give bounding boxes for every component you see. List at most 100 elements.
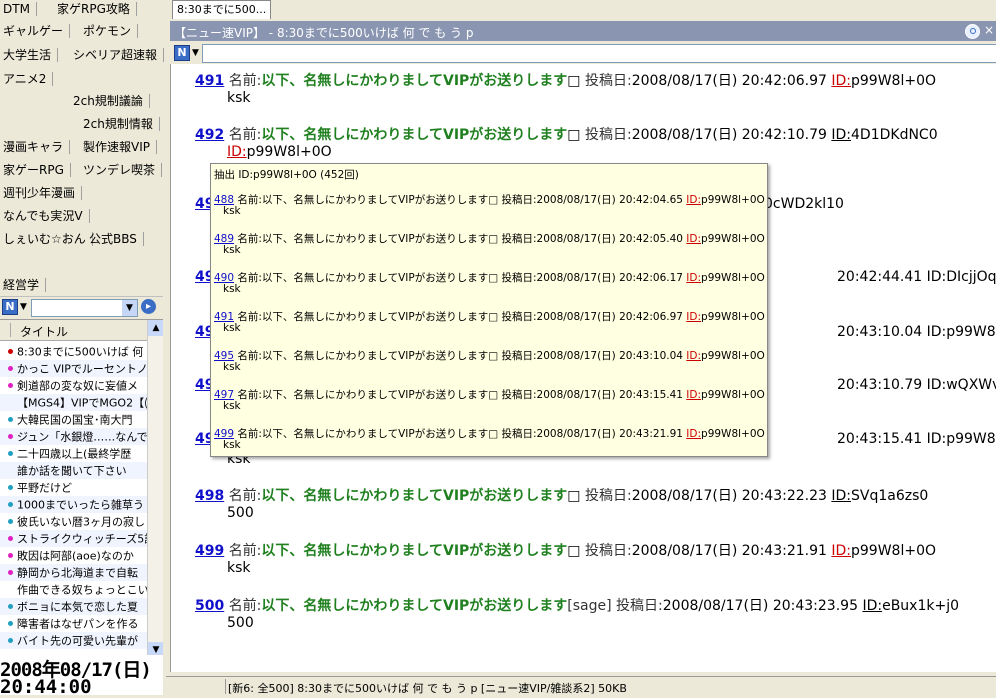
box-glyph: □	[488, 311, 502, 323]
thread-row[interactable]: 敗因は阿部(aoe)なのか	[0, 547, 147, 564]
go-icon[interactable]: ▸	[141, 299, 156, 314]
popup-id-field[interactable]: ID:p99W8l+0O	[686, 350, 764, 362]
thread-row[interactable]: かっこ VIPでルーセントノ	[0, 360, 147, 377]
close-icon[interactable]: ×	[984, 23, 994, 37]
id-field[interactable]: ID:p99W8l+0O	[831, 73, 936, 89]
board-button[interactable]: なんでも実況V	[0, 207, 90, 225]
popup-id-field[interactable]: ID:p99W8l+0O	[686, 389, 764, 401]
poster-name: 以下、名無しにかわりましてVIPがお送りします	[261, 543, 568, 559]
id-prefix-link[interactable]: ID:	[831, 543, 851, 559]
chevron-down-icon[interactable]: ▼	[192, 48, 199, 58]
popup-id-field[interactable]: ID:p99W8l+0O	[686, 194, 764, 206]
column-title[interactable]: タイトル	[20, 323, 68, 340]
id-field[interactable]: ID:eBux1k+j0	[862, 598, 959, 614]
popup-id-field[interactable]: ID:p99W8l+0O	[686, 428, 764, 440]
thread-row-title: 誰か話を聞いて下さい	[17, 464, 127, 478]
thread-row[interactable]: ストライクウィッチーズ5話	[0, 530, 147, 547]
board-button[interactable]: ポケモン	[80, 22, 139, 40]
popup-post: 497 名前:以下、名無しにかわりましてVIPがお送りします□ 投稿日:2008…	[214, 387, 765, 412]
id-value: p99W8l+0O	[851, 543, 937, 559]
thread-row[interactable]: 静岡から北海道まで自転	[0, 564, 147, 581]
id-prefix-link[interactable]: ID:	[686, 194, 701, 206]
id-field[interactable]: ID:p99W8l+0O	[831, 543, 936, 559]
board-button[interactable]: しぇいむ☆おん	[0, 230, 93, 248]
popup-id-field[interactable]: ID:p99W8l+0O	[686, 233, 764, 245]
id-prefix-link[interactable]: ID:	[686, 389, 701, 401]
popup-id-value: p99W8l+0O	[701, 350, 765, 362]
post-date: 2008/08/17(日) 20:43:22.23	[631, 488, 827, 504]
board-button[interactable]: シベリア超速報	[70, 46, 165, 64]
board-button[interactable]: 漫画キャラ	[0, 138, 71, 156]
new-thread-n-icon[interactable]: N	[2, 299, 18, 315]
post-number-link[interactable]: 500	[195, 598, 224, 614]
status-dot-icon	[8, 570, 13, 575]
tab-thread[interactable]: 8:30までに500...	[172, 0, 272, 19]
board-button[interactable]: DTM	[0, 0, 37, 18]
chevron-down-icon[interactable]: ▼	[20, 302, 27, 312]
thread-row[interactable]: 【MGS4】VIPでMGO2【(ﾟ	[0, 394, 147, 411]
board-button[interactable]: 製作速報VIP	[80, 138, 157, 156]
thread-row[interactable]: ジュン「水銀燈……なんで	[0, 428, 147, 445]
tab-bar: 8:30までに500...	[166, 0, 996, 20]
thread-row[interactable]: 誰か話を聞いて下さい	[0, 462, 147, 479]
board-button[interactable]: 経営学	[0, 276, 47, 294]
board-button[interactable]: 2ch規制情報	[80, 115, 160, 133]
thread-row[interactable]: 8:30までに500いけば 何	[0, 343, 147, 360]
id-field[interactable]: ID:SVq1a6zs0	[831, 488, 928, 504]
thread-list-header[interactable]: タイトル	[0, 320, 147, 341]
thread-row[interactable]: 作曲できる奴ちょっとこい	[0, 581, 147, 598]
id-prefix-link[interactable]: ID:	[862, 598, 882, 614]
popup-date: 2008/08/17(日) 20:43:15.41	[536, 389, 683, 401]
status-dot-icon	[8, 349, 13, 354]
post-number-link[interactable]: 492	[195, 127, 224, 143]
id-prefix-link[interactable]: ID:	[686, 350, 701, 362]
date-label: 投稿日:	[584, 488, 632, 504]
popup-date: 2008/08/17(日) 20:42:06.97	[536, 311, 683, 323]
thread-list-scrollbar[interactable]: ▲ ▼	[147, 320, 163, 658]
box-glyph: □	[488, 389, 502, 401]
board-button[interactable]: 週刊少年漫画	[0, 184, 83, 202]
thread-row[interactable]: 大韓民国の国宝･南大門	[0, 411, 147, 428]
thread-filter-input[interactable]: ▼	[31, 299, 138, 317]
board-button[interactable]: 大学生活	[0, 46, 59, 64]
thread-row[interactable]: 彼氏いない暦3ヶ月の寂し	[0, 513, 147, 530]
board-button[interactable]: 家ゲRPG攻略	[54, 0, 137, 18]
id-prefix-link[interactable]: ID:	[686, 233, 701, 245]
id-prefix-link[interactable]: ID:	[686, 428, 701, 440]
post-number-link[interactable]: 499	[195, 543, 224, 559]
board-button[interactable]: 家ゲーRPG	[0, 161, 71, 179]
thread-row[interactable]: 障害者はなぜパンを作る	[0, 615, 147, 632]
board-button[interactable]: ギャルゲー	[0, 22, 71, 40]
scroll-up-icon[interactable]: ▲	[148, 320, 163, 336]
thread-row-title: 彼氏いない暦3ヶ月の寂し	[17, 515, 145, 529]
id-field[interactable]: ID:4D1DKdNC0	[831, 127, 937, 143]
popup-id-field[interactable]: ID:p99W8l+0O	[686, 311, 764, 323]
chevron-down-icon[interactable]: ▼	[122, 300, 137, 316]
board-button[interactable]: ツンデレ喫茶	[80, 161, 163, 179]
thread-row[interactable]: バイト先の可愛い先輩が	[0, 632, 147, 649]
id-prefix-link[interactable]: ID:	[831, 73, 851, 89]
id-prefix-link[interactable]: ID:	[686, 311, 701, 323]
post-number-link[interactable]: 498	[195, 488, 224, 504]
thread-row[interactable]: 平野だけど	[0, 479, 147, 496]
id-prefix-link[interactable]: ID:	[831, 127, 851, 143]
id-prefix-link[interactable]: ID:	[686, 272, 701, 284]
board-button[interactable]: アニメ2	[0, 70, 54, 88]
thread-row[interactable]: ボニョに本気で恋した夏	[0, 598, 147, 615]
thread-row-title: 1000までいったら雑草う	[17, 498, 144, 512]
n-icon[interactable]: N	[174, 45, 190, 61]
refresh-icon[interactable]	[965, 24, 980, 39]
thread-row[interactable]: 1000までいったら雑草う	[0, 496, 147, 513]
address-input[interactable]	[202, 44, 996, 63]
board-button[interactable]: 公式BBS	[86, 230, 144, 248]
popup-id-field[interactable]: ID:p99W8l+0O	[686, 272, 764, 284]
id-prefix-link[interactable]: ID:	[227, 144, 247, 160]
thread-row[interactable]: 二十四歳以上(最終学歴	[0, 445, 147, 462]
popup-date-label: 投稿日:	[501, 350, 537, 362]
post-number-link[interactable]: 491	[195, 73, 224, 89]
board-button[interactable]: 2ch規制議論	[70, 92, 150, 110]
post: 499 名前:以下、名無しにかわりましてVIPがお送りします□ 投稿日:2008…	[195, 540, 936, 576]
id-prefix-link[interactable]: ID:	[831, 488, 851, 504]
status-dot-icon	[8, 536, 13, 541]
thread-row[interactable]: 剣道部の変な奴に妄値メ	[0, 377, 147, 394]
